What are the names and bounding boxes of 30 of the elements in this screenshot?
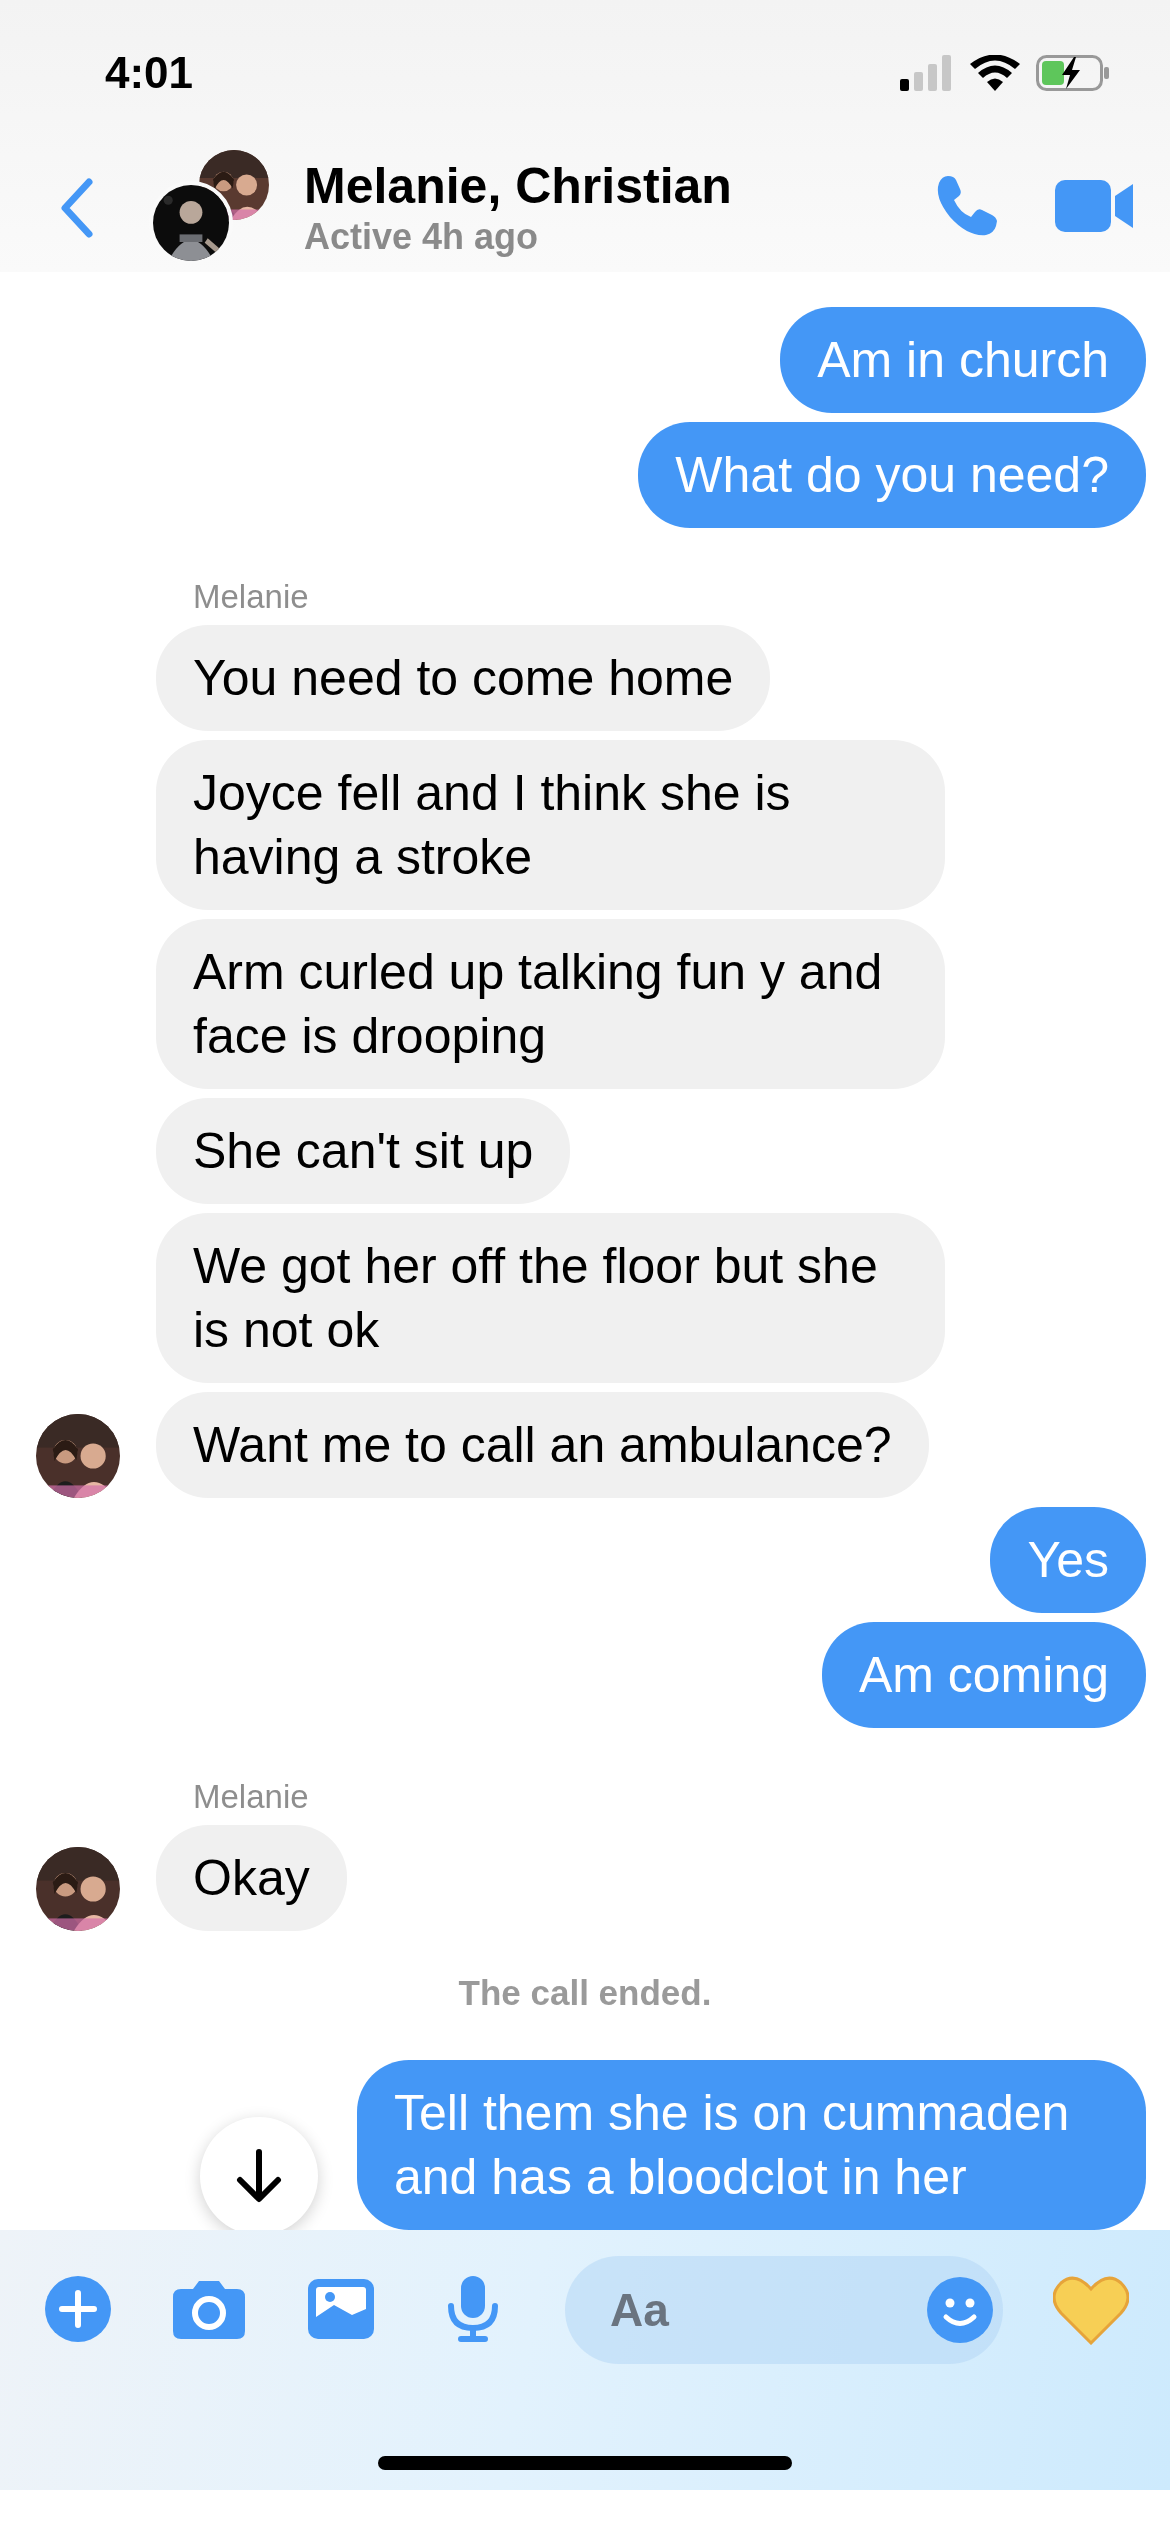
message-bubble: Want me to call an ambulance?	[156, 1392, 929, 1498]
add-button[interactable]	[45, 2275, 111, 2345]
wifi-icon	[970, 54, 1020, 91]
system-notice: The call ended.	[458, 1973, 712, 2013]
message-bubble: Okay	[156, 1825, 347, 1931]
photo-gallery-button[interactable]	[308, 2278, 374, 2342]
sender-name: Melanie	[193, 1778, 309, 1816]
message-bubble: We got her off the floor but she is not ok	[156, 1213, 945, 1383]
active-status: Active 4h ago	[304, 214, 540, 259]
signal-icon	[900, 54, 954, 91]
message-bubble: You need to come home	[156, 625, 771, 731]
message-bubble: Am in church	[780, 307, 1146, 413]
message-bubble: Yes	[990, 1507, 1146, 1613]
camera-button[interactable]	[173, 2278, 245, 2342]
chat-title: Melanie, Christian	[304, 156, 733, 215]
message-bubble: Tell them she is on cummaden and has a bloodclot in her	[357, 2060, 1146, 2230]
message-bubble: Arm curled up talking fun y and face is drooping	[156, 919, 945, 1089]
message-bubble: She can't sit up	[156, 1098, 571, 1204]
status-time: 4:01	[105, 47, 194, 98]
battery-charging-icon	[1036, 54, 1110, 91]
microphone-button[interactable]	[446, 2275, 500, 2345]
video-call-button[interactable]	[1055, 180, 1135, 235]
message-input-field[interactable]: Aa	[565, 2256, 1003, 2364]
message-bubble: Joyce fell and I think she is having a stroke	[156, 740, 945, 910]
message-bubble: Am coming	[821, 1622, 1146, 1728]
sender-name: Melanie	[193, 578, 309, 616]
message-bubble: What do you need?	[638, 422, 1146, 528]
arrow-down-icon	[234, 2149, 284, 2203]
emoji-icon[interactable]	[927, 2277, 993, 2343]
scroll-down-button[interactable]	[200, 2117, 318, 2230]
